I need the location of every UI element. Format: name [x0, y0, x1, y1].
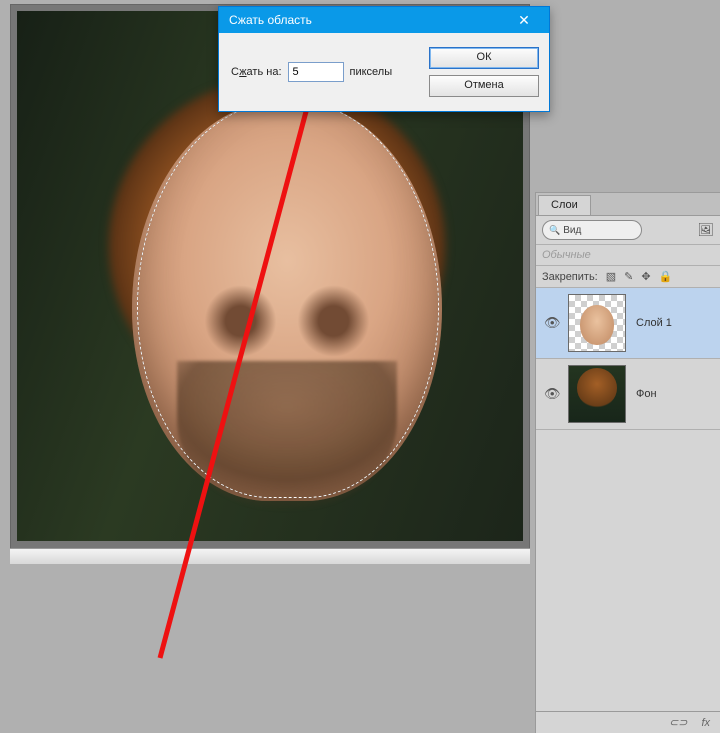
visibility-toggle-icon[interactable]: 👁 — [544, 386, 558, 402]
link-layers-icon[interactable]: ⊂⊃ — [669, 716, 687, 729]
lock-brush-icon[interactable]: ✎ — [624, 270, 633, 283]
layer-thumbnail[interactable] — [568, 294, 626, 352]
layer-name-label[interactable]: Фон — [636, 388, 657, 400]
cancel-button[interactable]: Отмена — [429, 75, 539, 97]
thumb-face-icon — [580, 305, 614, 345]
layers-filter-toolbar: Вид 🖼 — [536, 216, 720, 245]
layer-row[interactable]: 👁 Слой 1 — [536, 288, 720, 359]
ok-button[interactable]: ОК — [429, 47, 539, 69]
thumb-hair-icon — [577, 368, 617, 408]
lock-move-icon[interactable]: ✥ — [641, 270, 650, 283]
horizontal-scrollbar[interactable] — [10, 548, 530, 564]
panel-tabs: Слои — [536, 193, 720, 216]
layers-panel: Слои Вид 🖼 Обычные Закрепить: ▧ ✎ ✥ 🔒 👁 … — [535, 192, 720, 733]
blend-mode-select[interactable]: Обычные — [536, 245, 720, 266]
layer-row[interactable]: 👁 Фон — [536, 359, 720, 430]
tab-layers[interactable]: Слои — [538, 195, 591, 215]
lock-label: Закрепить: — [542, 271, 598, 283]
dialog-title-text: Сжать область — [229, 13, 312, 27]
units-label: пикселы — [350, 66, 393, 78]
lock-all-icon[interactable]: 🔒 — [659, 270, 673, 283]
visibility-toggle-icon[interactable]: 👁 — [544, 315, 558, 331]
filter-image-icon[interactable]: 🖼 — [697, 222, 714, 238]
lock-toolbar: Закрепить: ▧ ✎ ✥ 🔒 — [536, 266, 720, 288]
layers-panel-footer: ⊂⊃ fx — [536, 711, 720, 733]
dialog-titlebar[interactable]: Сжать область ✕ — [219, 7, 549, 33]
filter-kind-label: Вид — [563, 225, 581, 236]
layer-fx-icon[interactable]: fx — [701, 717, 710, 729]
layer-name-label[interactable]: Слой 1 — [636, 317, 672, 329]
contract-by-input[interactable] — [288, 62, 344, 82]
layer-thumbnail[interactable] — [568, 365, 626, 423]
marching-ants-selection[interactable] — [137, 101, 439, 498]
contract-selection-dialog: Сжать область ✕ Сжать на: пикселы ОК Отм… — [218, 6, 550, 112]
lock-pixels-icon[interactable]: ▧ — [606, 270, 616, 283]
filter-kind-select[interactable]: Вид — [542, 220, 642, 240]
close-button[interactable]: ✕ — [505, 11, 543, 29]
contract-by-label: Сжать на: — [231, 66, 282, 78]
